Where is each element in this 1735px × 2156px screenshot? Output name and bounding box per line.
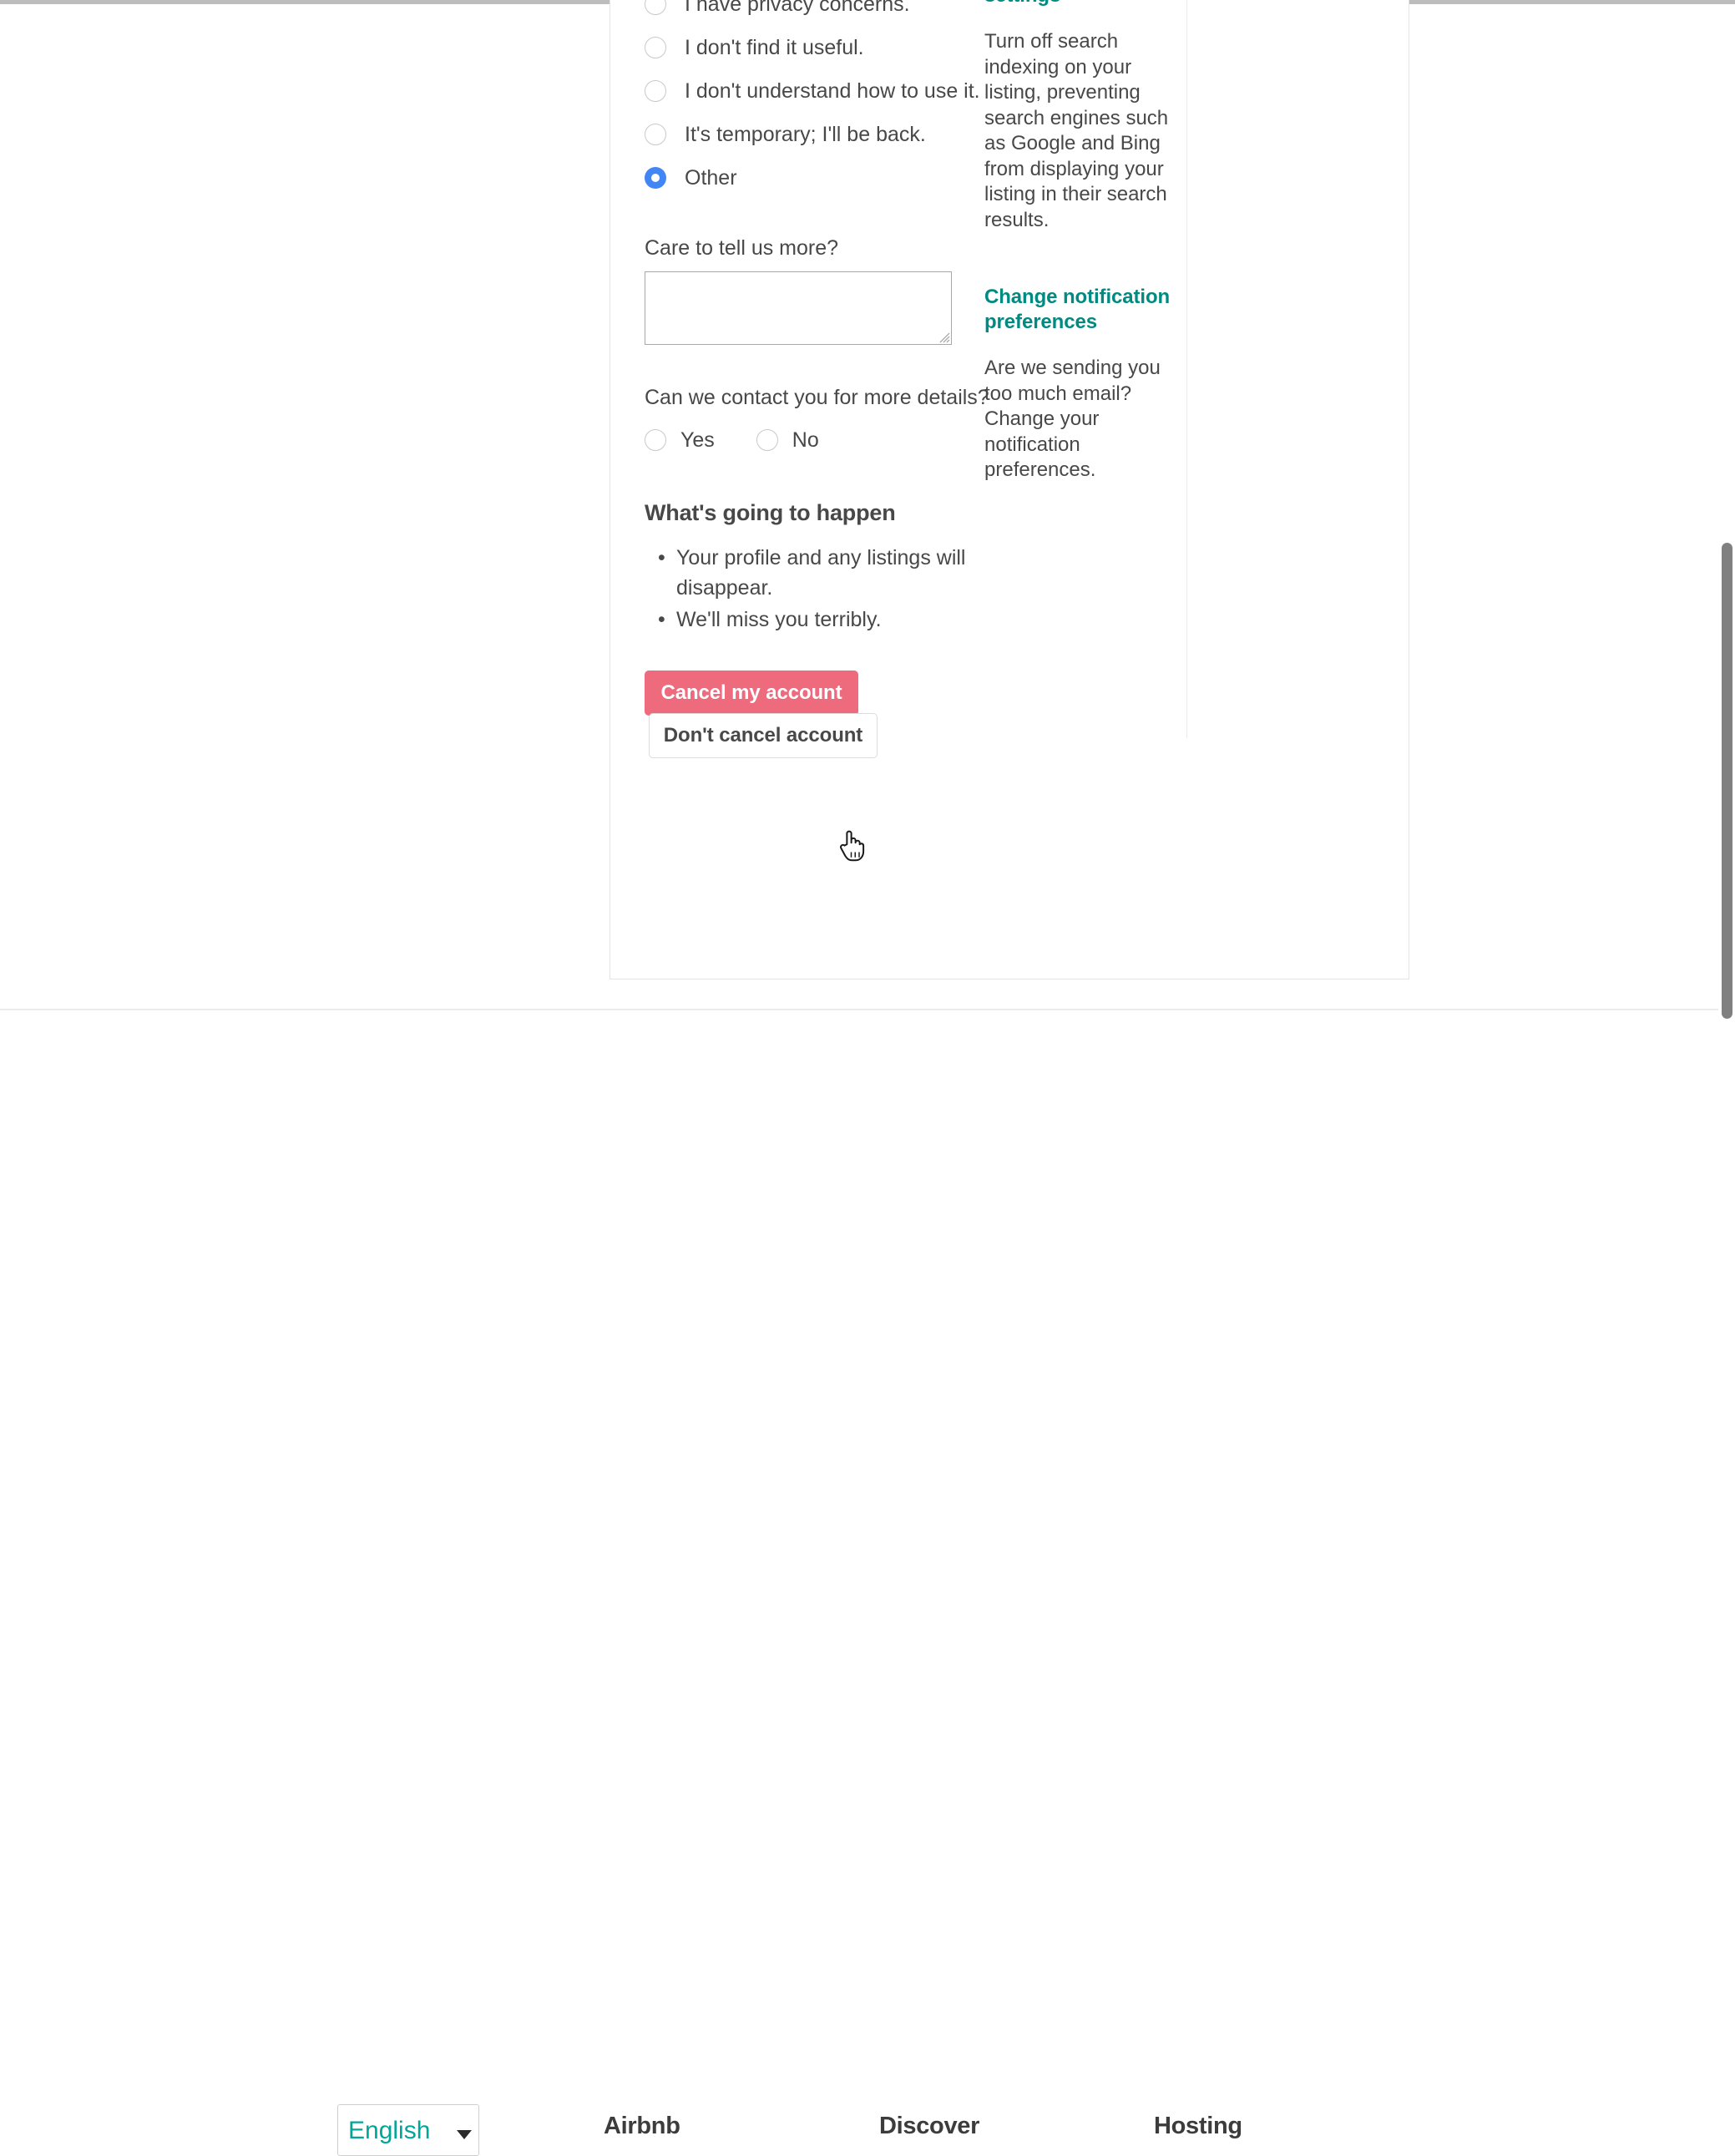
radio-icon[interactable] xyxy=(645,0,666,15)
reason-label: I don't find it useful. xyxy=(685,36,864,59)
notification-preferences-description: Are we sending you too much email? Chang… xyxy=(984,357,1161,481)
dont-cancel-account-button[interactable]: Don't cancel account xyxy=(649,713,878,758)
radio-icon-selected[interactable] xyxy=(645,167,666,189)
change-notification-preferences-link[interactable]: Change notification preferences xyxy=(984,285,1201,335)
list-item: Your profile and any listings will disap… xyxy=(658,543,970,603)
page-body: I have privacy concerns. I don't find it… xyxy=(0,0,1735,2156)
language-select[interactable]: English xyxy=(337,2104,479,2156)
footer-column-hosting: Hosting xyxy=(1154,2113,1242,2139)
help-block-search-settings: settings Turn off search indexing on you… xyxy=(984,0,1201,233)
page-scrollbar-track[interactable] xyxy=(1718,8,1735,1150)
radio-icon[interactable] xyxy=(645,80,666,102)
list-item: We'll miss you terribly. xyxy=(658,605,970,635)
reason-label: Other xyxy=(685,166,737,190)
reason-label: I don't understand how to use it. xyxy=(685,79,980,103)
tell-us-more-textarea[interactable] xyxy=(645,271,952,345)
page-scrollbar-thumb[interactable] xyxy=(1722,543,1732,1019)
footer-column-airbnb: Airbnb xyxy=(604,2113,680,2139)
help-block-notification-preferences: Change notification preferences Are we s… xyxy=(984,285,1201,483)
radio-icon-no[interactable] xyxy=(756,429,778,451)
reason-label: It's temporary; I'll be back. xyxy=(685,123,926,146)
contact-option-yes-label: Yes xyxy=(680,428,715,452)
radio-icon-yes[interactable] xyxy=(645,429,666,451)
radio-icon[interactable] xyxy=(645,37,666,58)
reason-label: I have privacy concerns. xyxy=(685,0,910,16)
cancel-account-card: I have privacy concerns. I don't find it… xyxy=(610,0,1409,979)
whats-going-to-happen-list: Your profile and any listings will disap… xyxy=(645,543,1054,635)
radio-icon[interactable] xyxy=(645,124,666,145)
site-footer: English Airbnb Discover Hosting xyxy=(0,1010,1735,2156)
search-settings-description: Turn off search indexing on your listing… xyxy=(984,30,1169,231)
action-buttons: Cancel my account Don't cancel account xyxy=(645,671,1054,758)
contact-option-no-label: No xyxy=(792,428,819,452)
whats-going-to-happen-title: What's going to happen xyxy=(645,500,896,525)
search-settings-link[interactable]: settings xyxy=(984,0,1201,8)
footer-column-discover: Discover xyxy=(879,2113,980,2139)
cancel-my-account-button[interactable]: Cancel my account xyxy=(645,671,858,716)
help-sidebar: settings Turn off search indexing on you… xyxy=(984,0,1201,483)
